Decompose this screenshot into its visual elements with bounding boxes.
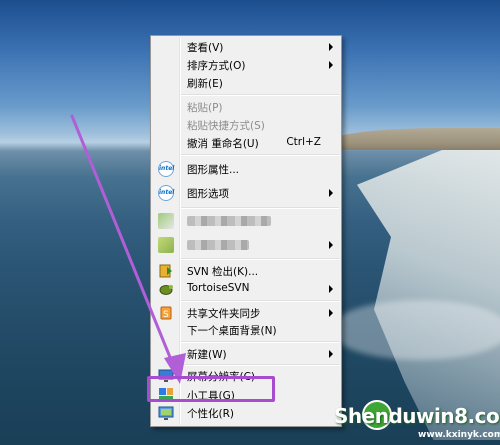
- highlight-box: [147, 376, 275, 402]
- watermark-url: www.kxinyk.com: [418, 430, 500, 440]
- watermark: Shenduwin8.com www.kxinyk.com: [318, 398, 500, 445]
- watermark-brand: Shenduwin8.com: [334, 404, 500, 428]
